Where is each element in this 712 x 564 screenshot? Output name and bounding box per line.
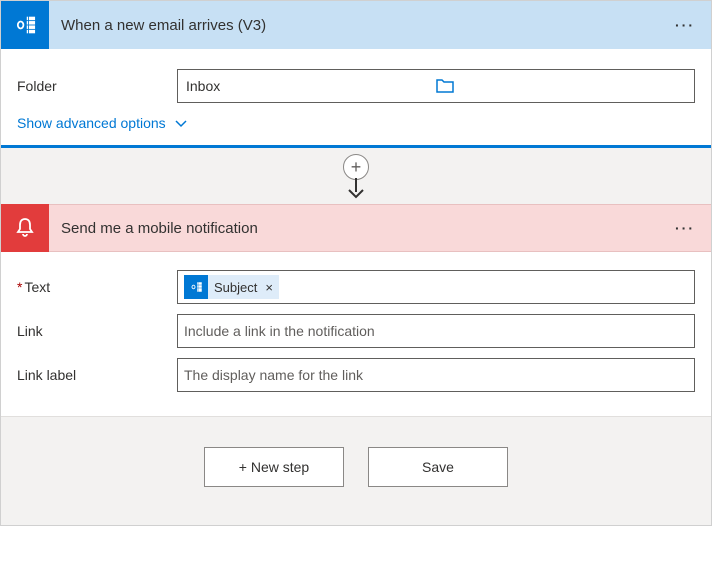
insert-area: + (1, 148, 711, 204)
link-input-field[interactable] (184, 323, 688, 339)
linklabel-input-field[interactable] (184, 367, 688, 383)
text-label: Text (17, 279, 177, 295)
subject-token[interactable]: Subject × (184, 275, 279, 299)
linklabel-label: Link label (17, 367, 177, 383)
footer: + New step Save (1, 416, 711, 525)
show-advanced-link[interactable]: Show advanced options (17, 115, 695, 131)
folder-value: Inbox (186, 78, 436, 94)
folder-input[interactable]: Inbox (177, 69, 695, 103)
trigger-title: When a new email arrives (V3) (61, 17, 663, 34)
trigger-more-icon[interactable]: ··· (663, 17, 695, 33)
new-step-button[interactable]: + New step (204, 447, 344, 487)
action-header[interactable]: Send me a mobile notification ··· (1, 204, 711, 252)
show-advanced-label: Show advanced options (17, 115, 166, 131)
token-label: Subject (214, 280, 257, 295)
outlook-icon (184, 275, 208, 299)
linklabel-input[interactable] (177, 358, 695, 392)
arrow-down-icon (344, 178, 368, 200)
action-title: Send me a mobile notification (61, 220, 663, 237)
save-button[interactable]: Save (368, 447, 508, 487)
chevron-down-icon (174, 116, 188, 130)
remove-token-icon[interactable]: × (265, 280, 273, 295)
action-more-icon[interactable]: ··· (663, 220, 695, 236)
folder-picker-icon[interactable] (436, 79, 686, 93)
trigger-header[interactable]: When a new email arrives (V3) ··· (1, 1, 711, 49)
add-step-button[interactable]: + (343, 154, 369, 180)
folder-label: Folder (17, 78, 177, 94)
text-input[interactable]: Subject × (177, 270, 695, 304)
outlook-icon (1, 1, 49, 49)
notification-icon (1, 204, 49, 252)
link-input[interactable] (177, 314, 695, 348)
link-label: Link (17, 323, 177, 339)
